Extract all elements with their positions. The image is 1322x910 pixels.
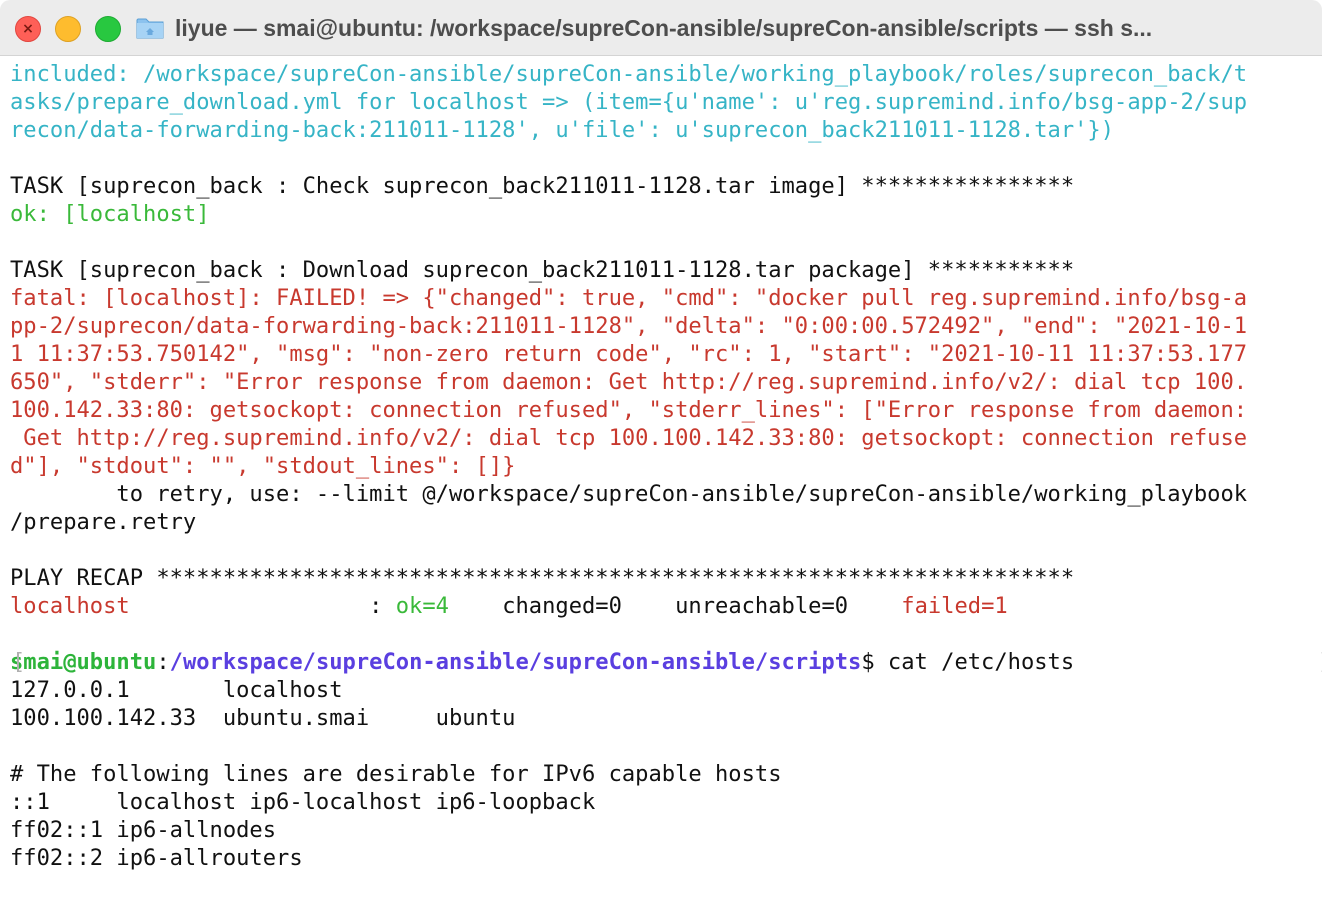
fatal-line: fatal: [localhost]: FAILED! => {"changed… <box>10 285 1248 311</box>
retry-line: /prepare.retry <box>10 509 197 535</box>
recap-failed: failed=1 <box>901 593 1008 619</box>
hosts-line <box>10 732 1322 760</box>
play-recap-line: PLAY RECAP *****************************… <box>10 565 1075 591</box>
shell-prompt[interactable]: [smai@ubuntu:/workspace/supreCon-ansible… <box>10 648 1322 676</box>
prompt-path: /workspace/supreCon-ansible/supreCon-ans… <box>169 649 862 675</box>
prompt-command: $ cat /etc/hosts <box>861 649 1075 675</box>
hosts-line: ff02::2 ip6-allrouters <box>10 845 303 871</box>
title-bar[interactable]: × liyue — smai@ubuntu: /workspace/supreC… <box>0 0 1322 56</box>
prompt-bracket-open: [ <box>12 649 26 675</box>
minimize-button[interactable] <box>55 16 81 42</box>
hosts-line: # The following lines are desirable for … <box>10 761 782 787</box>
task-check-line: TASK [suprecon_back : Check suprecon_bac… <box>10 173 1075 199</box>
task-download-line: TASK [suprecon_back : Download suprecon_… <box>10 257 1075 283</box>
fatal-line: 100.142.33:80: getsockopt: connection re… <box>10 397 1248 423</box>
recap-gap <box>449 593 502 619</box>
recap-host: localhost <box>10 593 130 619</box>
included-line: recon/data-forwarding-back:211011-1128',… <box>10 117 1115 143</box>
close-icon: × <box>22 21 34 37</box>
ok-line: ok: [localhost] <box>10 201 210 227</box>
retry-line: to retry, use: --limit @/workspace/supre… <box>10 481 1248 507</box>
recap-changed: changed=0 <box>502 593 622 619</box>
prompt-bracket-close: ] <box>1318 648 1322 676</box>
terminal-window: × liyue — smai@ubuntu: /workspace/supreC… <box>0 0 1322 910</box>
included-line: asks/prepare_download.yml for localhost … <box>10 89 1248 115</box>
fatal-line: d"], "stdout": "", "stdout_lines": []} <box>10 453 516 479</box>
terminal-output[interactable]: included: /workspace/supreCon-ansible/su… <box>0 60 1322 910</box>
recap-unreachable: unreachable=0 <box>675 593 849 619</box>
prompt-colon: : <box>156 649 170 675</box>
folder-icon <box>136 18 164 39</box>
zoom-button[interactable] <box>95 16 121 42</box>
close-button[interactable]: × <box>15 16 41 42</box>
recap-ok: ok=4 <box>395 593 449 619</box>
fatal-line: 650", "stderr": "Error response from dae… <box>10 369 1248 395</box>
hosts-line: ::1 localhost ip6-localhost ip6-loopback <box>10 789 596 815</box>
recap-row: localhost : ok=4 changed=0 unreachable=0… <box>10 592 1322 620</box>
fatal-line: 1 11:37:53.750142", "msg": "non-zero ret… <box>10 341 1248 367</box>
fatal-line: Get http://reg.supremind.info/v2/: dial … <box>10 425 1248 451</box>
recap-gap <box>848 593 901 619</box>
window-title: liyue — smai@ubuntu: /workspace/supreCon… <box>175 15 1153 41</box>
hosts-line: 100.100.142.33 ubuntu.smai ubuntu <box>10 705 516 731</box>
included-line: included: /workspace/supreCon-ansible/su… <box>10 61 1248 87</box>
prompt-user: smai@ubuntu <box>10 649 157 675</box>
recap-separator: : <box>129 593 396 619</box>
hosts-line: 127.0.0.1 localhost <box>10 677 343 703</box>
fatal-line: pp-2/suprecon/data-forwarding-back:21101… <box>10 313 1248 339</box>
recap-gap <box>622 593 675 619</box>
hosts-line: ff02::1 ip6-allnodes <box>10 817 277 843</box>
